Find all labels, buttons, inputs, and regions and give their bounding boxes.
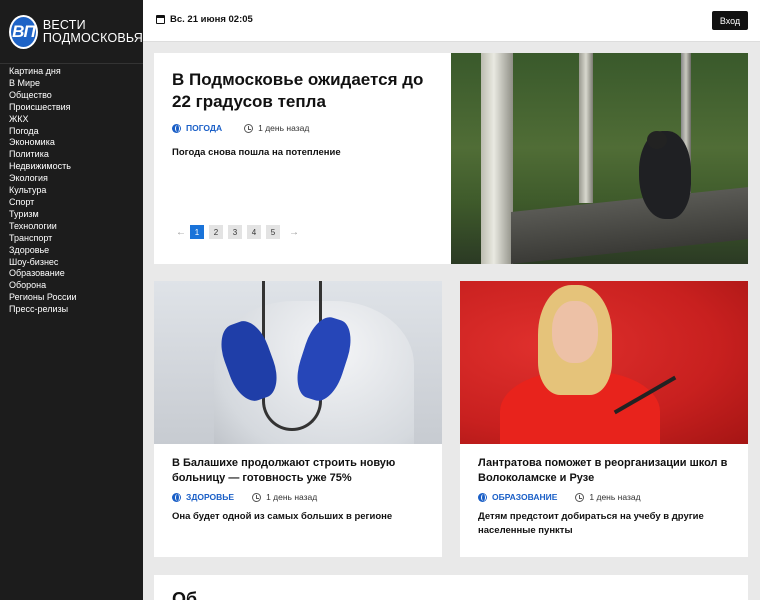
card-title[interactable]: Лантратова поможет в реорганизации школ …	[478, 456, 730, 485]
sidebar-item[interactable]: ЖКХ	[0, 114, 143, 126]
sidebar-item[interactable]: Общество	[0, 90, 143, 102]
sidebar-item[interactable]: Картина дня	[0, 66, 143, 78]
sidebar-item[interactable]: Погода	[0, 126, 143, 138]
card-subtitle: Детям предстоит добираться на учебу в др…	[478, 511, 704, 536]
site-logo[interactable]: ВП ВЕСТИ ПОДМОСКОВЬЯ	[0, 0, 143, 64]
clock-icon	[575, 492, 585, 502]
clock-icon	[252, 492, 262, 502]
sidebar-item[interactable]: Здоровье	[0, 245, 143, 257]
date-text: Вс. 21 июня 02:05	[170, 14, 253, 25]
sidebar-item[interactable]: Регионы России	[0, 292, 143, 304]
hero-time-label: 1 день назад	[258, 123, 310, 133]
sidebar-item[interactable]: Экономика	[0, 137, 143, 149]
sidebar-item[interactable]: Спорт	[0, 197, 143, 209]
calendar-icon	[156, 15, 165, 24]
sidebar-nav: Картина дня В Мире Общество Происшествия…	[0, 64, 143, 316]
hero-image[interactable]	[451, 53, 748, 264]
card-time: 1 день назад	[575, 492, 641, 502]
sidebar-item[interactable]: Шоу-бизнес	[0, 257, 143, 269]
globe-icon	[172, 123, 181, 133]
sidebar: ВП ВЕСТИ ПОДМОСКОВЬЯ Картина дня В Мире …	[0, 0, 143, 600]
section-title: Об	[172, 589, 198, 600]
hero-subtitle: Погода снова пошла на потепление	[172, 147, 341, 158]
sidebar-item[interactable]: Культура	[0, 185, 143, 197]
pager-page-5[interactable]: 5	[266, 225, 280, 239]
card-tag-label: ЗДОРОВЬЕ	[186, 492, 235, 502]
sidebar-item[interactable]: Недвижимость	[0, 161, 143, 173]
next-arrow-icon[interactable]: →	[285, 227, 303, 238]
sidebar-item[interactable]: Образование	[0, 268, 143, 280]
globe-icon	[172, 492, 181, 502]
logo-line-1: ВЕСТИ	[42, 17, 86, 32]
card-tag-label: ОБРАЗОВАНИЕ	[492, 492, 558, 502]
card-tag[interactable]: ОБРАЗОВАНИЕ	[478, 492, 557, 502]
sidebar-item[interactable]: Пресс-релизы	[0, 304, 143, 316]
news-card[interactable]: В Балашихе продолжают строить новую боль…	[154, 281, 442, 557]
current-date: Вс. 21 июня 02:05	[156, 14, 253, 25]
card-time-label: 1 день назад	[589, 492, 641, 502]
sidebar-item[interactable]: Технологии	[0, 221, 143, 233]
globe-icon	[478, 492, 487, 502]
hero-tag-label: ПОГОДА	[186, 123, 223, 133]
hero-article[interactable]: В Подмосковье ожидается до 22 градусов т…	[154, 53, 748, 264]
sidebar-item[interactable]: Транспорт	[0, 233, 143, 245]
sidebar-item[interactable]: Экология	[0, 173, 143, 185]
hero-pager: ← 1 2 3 4 5 →	[172, 225, 303, 239]
logo-text: ВЕСТИ ПОДМОСКОВЬЯ	[42, 17, 143, 45]
sidebar-item[interactable]: Политика	[0, 149, 143, 161]
pager-page-1[interactable]: 1	[190, 225, 204, 239]
logo-line-2: ПОДМОСКОВЬЯ	[42, 30, 143, 45]
card-text: В Балашихе продолжают строить новую боль…	[154, 444, 442, 524]
pager-page-2[interactable]: 2	[209, 225, 223, 239]
card-image[interactable]	[154, 281, 442, 444]
card-tag[interactable]: ЗДОРОВЬЕ	[172, 492, 234, 502]
pager-page-4[interactable]: 4	[247, 225, 261, 239]
card-meta: ЗДОРОВЬЕ 1 день назад	[172, 492, 424, 502]
next-section: Об	[154, 575, 748, 600]
pager-page-3[interactable]: 3	[228, 225, 242, 239]
hero-title[interactable]: В Подмосковье ожидается до 22 градусов т…	[172, 69, 442, 113]
top-bar: Вс. 21 июня 02:05 Вход	[143, 0, 760, 42]
card-text: Лантратова поможет в реорганизации школ …	[460, 444, 748, 538]
sidebar-item[interactable]: Оборона	[0, 280, 143, 292]
sidebar-item[interactable]: Туризм	[0, 209, 143, 221]
card-image[interactable]	[460, 281, 748, 444]
hero-time: 1 день назад	[244, 123, 309, 133]
sidebar-item[interactable]: Происшествия	[0, 102, 143, 114]
hero-text: В Подмосковье ожидается до 22 градусов т…	[172, 69, 442, 158]
card-title[interactable]: В Балашихе продолжают строить новую боль…	[172, 456, 424, 485]
card-meta: ОБРАЗОВАНИЕ 1 день назад	[478, 492, 730, 502]
card-time: 1 день назад	[252, 492, 317, 502]
prev-arrow-icon[interactable]: ←	[172, 227, 190, 238]
hero-tag[interactable]: ПОГОДА	[172, 123, 222, 133]
clock-icon	[244, 123, 254, 133]
card-subtitle: Она будет одной из самых больших в регио…	[172, 511, 393, 522]
news-card[interactable]: Лантратова поможет в реорганизации школ …	[460, 281, 748, 557]
card-time-label: 1 день назад	[266, 492, 318, 502]
sidebar-item[interactable]: В Мире	[0, 78, 143, 90]
login-button[interactable]: Вход	[712, 11, 748, 30]
logo-mark: ВП	[9, 14, 38, 49]
hero-meta: ПОГОДА 1 день назад	[172, 123, 442, 133]
